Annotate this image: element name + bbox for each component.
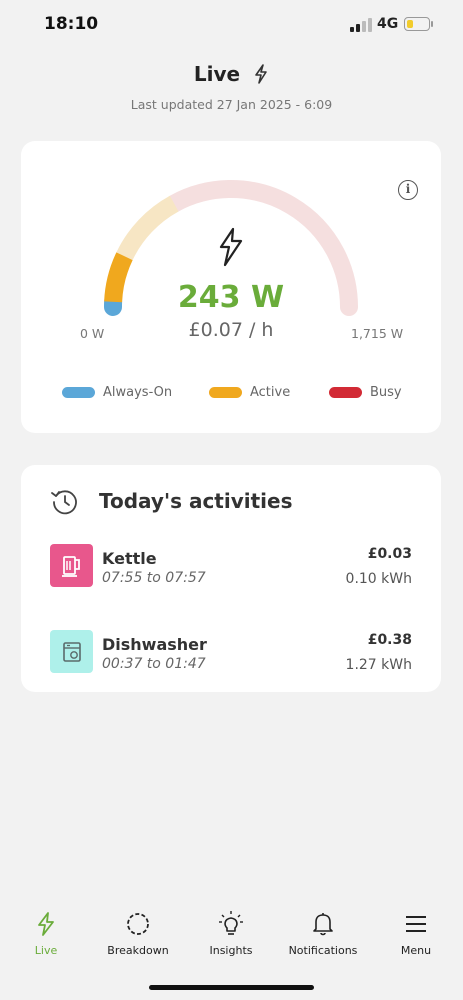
gauge-max-label: 1,715 W	[351, 326, 404, 341]
network-type: 4G	[377, 16, 399, 32]
hamburger-menu-icon	[370, 908, 462, 940]
bolt-icon	[0, 908, 92, 940]
activity-energy: 0.10 kWh	[345, 571, 412, 587]
gauge-min-label: 0 W	[80, 326, 105, 341]
last-updated: Last updated 27 Jan 2025 - 6:09	[130, 97, 333, 112]
bell-icon	[277, 908, 369, 940]
legend-swatch-always-on	[62, 386, 95, 398]
live-power-card: i 243 W £0.07 / h 0 W 1,715 W Always-On …	[21, 141, 441, 433]
home-indicator	[149, 985, 314, 990]
activity-name: Kettle	[102, 549, 157, 568]
lightbulb-icon	[185, 908, 277, 940]
bottom-nav: Live Breakdown Insights Notifications Me…	[0, 908, 463, 968]
legend-swatch-active	[209, 386, 242, 398]
legend-swatch-busy	[329, 386, 362, 398]
activity-energy: 1.27 kWh	[345, 657, 412, 673]
page-title-text: Live	[193, 62, 241, 86]
current-power: 243 W	[177, 280, 285, 315]
activities-title: Today's activities	[99, 489, 293, 513]
status-time: 18:10	[44, 14, 99, 34]
signal-strength-icon	[350, 18, 374, 32]
nav-label: Notifications	[288, 944, 358, 957]
nav-notifications[interactable]: Notifications	[277, 908, 369, 957]
status-bar: 18:10 4G	[0, 0, 463, 50]
legend-label: Active	[250, 384, 291, 400]
legend-label: Busy	[370, 384, 402, 400]
history-clock-icon	[50, 487, 80, 521]
nav-label: Breakdown	[107, 944, 169, 957]
gauge-bolt-icon	[219, 227, 243, 267]
activity-name: Dishwasher	[102, 635, 207, 654]
legend-always-on: Always-On	[62, 384, 172, 400]
legend-busy: Busy	[329, 384, 402, 400]
legend-label: Always-On	[103, 384, 173, 400]
activity-row-kettle[interactable]: Kettle 07:55 to 07:57 £0.03 0.10 kWh	[21, 544, 441, 594]
activities-card: Today's activities Kettle 07:55 to 07:57…	[21, 465, 441, 692]
activity-time: 07:55 to 07:57	[102, 570, 206, 586]
kettle-icon	[50, 544, 93, 587]
bolt-icon	[253, 64, 269, 89]
battery-cap	[431, 21, 433, 27]
dishwasher-icon	[50, 630, 93, 673]
nav-menu[interactable]: Menu	[370, 908, 462, 957]
activity-time: 00:37 to 01:47	[102, 656, 206, 672]
nav-label: Live	[34, 944, 58, 957]
activity-cost: £0.38	[367, 632, 412, 648]
battery-icon	[404, 17, 430, 31]
nav-label: Menu	[400, 944, 432, 957]
nav-breakdown[interactable]: Breakdown	[92, 908, 184, 957]
nav-insights[interactable]: Insights	[185, 908, 277, 957]
dashed-circle-icon	[92, 908, 184, 940]
nav-label: Insights	[209, 944, 253, 957]
nav-live[interactable]: Live	[0, 908, 92, 957]
activity-row-dishwasher[interactable]: Dishwasher 00:37 to 01:47 £0.38 1.27 kWh	[21, 630, 441, 680]
page-title: Live	[0, 62, 463, 89]
gauge-active-light-segment	[116, 195, 179, 261]
legend-active: Active	[209, 384, 290, 400]
activity-cost: £0.03	[367, 546, 412, 562]
